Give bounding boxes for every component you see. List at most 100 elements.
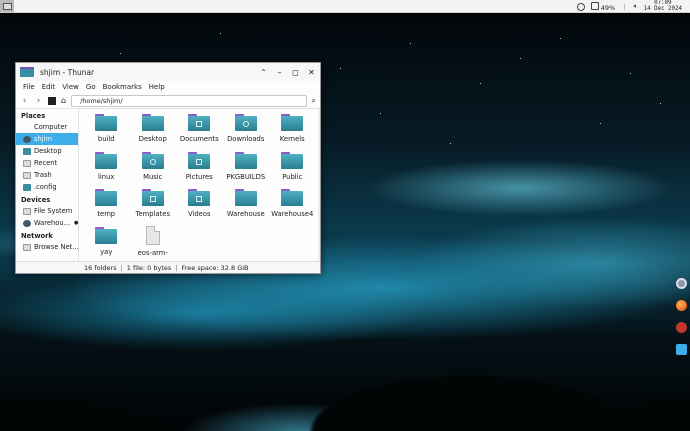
folder-item[interactable]: Downloads [223, 112, 270, 150]
folder-icon [95, 189, 118, 206]
clock-date: 14 Dec 2024 [643, 5, 682, 12]
templates-folder-icon [141, 189, 164, 206]
folder-item[interactable]: yay [83, 225, 130, 263]
folder-item[interactable]: Templates [130, 187, 177, 225]
battery-indicator[interactable]: 49% [590, 1, 616, 12]
drive-icon [23, 207, 31, 215]
back-icon[interactable]: ‹ [20, 96, 29, 106]
sidebar-item-warehouse[interactable]: Warehou... ● [16, 217, 78, 229]
folder-item[interactable]: linux [83, 150, 130, 188]
settings-launcher-icon[interactable] [676, 278, 687, 289]
location-bar[interactable]: /home/shjim/ [71, 94, 307, 107]
folder-item[interactable]: Music [130, 150, 177, 188]
folder-item[interactable]: Warehouse [223, 187, 270, 225]
folder-item[interactable]: Kernels [269, 112, 316, 150]
more-icon[interactable]: ⋮ [621, 3, 628, 11]
folder-item[interactable]: PKGBUILDS [223, 150, 270, 188]
recent-icon [23, 159, 31, 167]
devices-header: Devices [21, 196, 51, 204]
status-separator: | [175, 263, 178, 272]
menu-go[interactable]: Go [86, 83, 96, 91]
menu-view[interactable]: View [62, 83, 79, 91]
minimize-button[interactable]: – [275, 68, 284, 77]
folder-item[interactable]: build [83, 112, 130, 150]
window-titlebar[interactable]: shjim - Thunar ⌃ – ◻ ✕ [16, 63, 320, 81]
computer-icon [23, 124, 31, 131]
forward-icon[interactable]: › [34, 96, 43, 106]
config-folder-icon [23, 183, 31, 191]
pictures-folder-icon [188, 151, 211, 169]
status-file: 1 file: 0 bytes [126, 263, 172, 272]
search-launcher-icon[interactable] [676, 344, 687, 355]
volume-icon[interactable]: 🔈︎ [634, 2, 638, 11]
close-button[interactable]: ✕ [307, 68, 316, 77]
status-folders: 16 folders [84, 263, 117, 272]
search-icon[interactable]: ⌕ [312, 96, 316, 106]
sidebar-item-trash[interactable]: Trash [16, 169, 78, 181]
network-header: Network [21, 232, 53, 240]
file-grid: build Desktop Documents Downloads Kernel… [79, 109, 320, 261]
network-icon[interactable] [576, 2, 585, 11]
home-folder-icon [23, 135, 31, 143]
folder-item[interactable]: Warehouse4 [269, 187, 316, 225]
folder-item[interactable]: Documents [176, 112, 223, 150]
top-panel: 49% ⋮ 🔈︎ 07:09 14 Dec 2024 [0, 0, 690, 13]
folder-item[interactable]: Pictures [176, 150, 223, 188]
hills-silhouette [0, 311, 690, 431]
sidebar-item-desktop[interactable]: Desktop [16, 145, 78, 157]
menu-bar: File Edit View Go Bookmarks Help [16, 81, 320, 93]
sidebar-item-shjim[interactable]: shjim [16, 133, 78, 145]
folder-icon [281, 114, 304, 131]
sidebar-item-config[interactable]: .config [16, 181, 78, 193]
file-item[interactable]: eos-arm- [130, 225, 177, 263]
right-dock [676, 278, 687, 355]
scrollbar[interactable] [318, 109, 320, 261]
public-folder-icon [281, 151, 304, 169]
firefox-launcher-icon[interactable] [676, 300, 687, 311]
shade-button[interactable]: ⌃ [259, 68, 268, 77]
folder-icon [95, 226, 118, 244]
home-icon[interactable]: ⌂ [61, 96, 66, 105]
applications-menu-button[interactable] [0, 0, 14, 12]
folder-icon [281, 189, 304, 206]
sidebar-item-browse-network[interactable]: Browse Net... [16, 241, 78, 253]
window-title: shjim - Thunar [40, 67, 95, 77]
documents-folder-icon [188, 114, 211, 131]
videos-folder-icon [188, 189, 211, 206]
downloads-folder-icon [234, 114, 257, 131]
disk-icon [23, 219, 31, 227]
sidebar-item-filesystem[interactable]: File System [16, 205, 78, 217]
menu-edit[interactable]: Edit [42, 83, 56, 91]
system-tray: 49% ⋮ 🔈︎ 07:09 14 Dec 2024 [576, 0, 682, 12]
sidebar-item-recent[interactable]: Recent [16, 157, 78, 169]
clock[interactable]: 07:09 14 Dec 2024 [643, 0, 682, 12]
folder-app-icon [20, 67, 34, 77]
status-separator: | [120, 263, 123, 272]
app-launcher-icon[interactable] [676, 322, 687, 333]
folder-icon [234, 151, 257, 169]
status-free-space: Free space: 32.8 GiB [181, 263, 249, 272]
places-header: Places [21, 112, 46, 120]
file-icon [145, 225, 160, 245]
menu-help[interactable]: Help [149, 83, 165, 91]
toolbar: ‹ › ⌂ /home/shjim/ ⌕ [16, 93, 320, 109]
folder-item[interactable]: temp [83, 187, 130, 225]
eject-icon[interactable]: ● [74, 220, 78, 226]
folder-icon [95, 114, 118, 131]
sidebar-item-computer[interactable]: Computer [16, 121, 78, 133]
folder-icon [95, 151, 118, 169]
folder-item[interactable]: Desktop [130, 112, 177, 150]
stop-icon[interactable] [48, 96, 56, 105]
folder-item[interactable]: Videos [176, 187, 223, 225]
sidebar: Places Computer shjim Desktop Recent Tra… [16, 109, 79, 261]
desktop-folder-icon [23, 147, 31, 155]
battery-percent: 49% [600, 3, 616, 12]
menu-bookmarks[interactable]: Bookmarks [103, 83, 142, 91]
desktop-folder-icon [141, 114, 164, 131]
menu-file[interactable]: File [23, 83, 35, 91]
trash-icon [23, 171, 31, 179]
folder-item[interactable]: Public [269, 150, 316, 188]
status-bar: 16 folders | 1 file: 0 bytes | Free spac… [16, 261, 320, 273]
thunar-window[interactable]: shjim - Thunar ⌃ – ◻ ✕ File Edit View Go… [15, 62, 321, 274]
maximize-button[interactable]: ◻ [291, 68, 300, 77]
